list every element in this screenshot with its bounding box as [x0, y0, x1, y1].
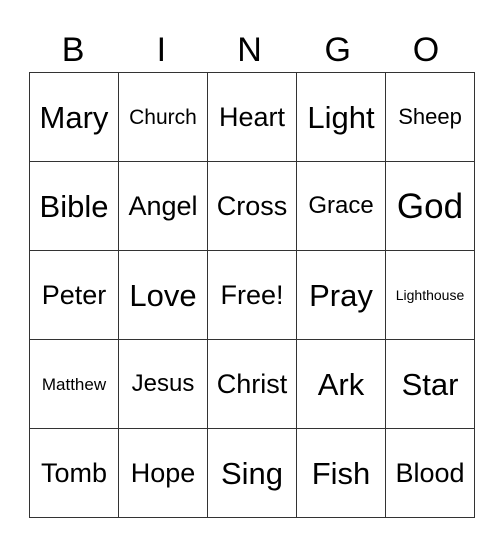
- bingo-cell[interactable]: Mary: [29, 72, 119, 162]
- bingo-cell[interactable]: Star: [385, 339, 475, 429]
- bingo-cell[interactable]: Angel: [118, 161, 208, 251]
- bingo-cell[interactable]: God: [385, 161, 475, 251]
- bingo-cell[interactable]: Bible: [29, 161, 119, 251]
- bingo-cell[interactable]: Light: [296, 72, 386, 162]
- bingo-cell[interactable]: Love: [118, 250, 208, 340]
- bingo-row: Peter Love Free! Pray Lighthouse: [29, 250, 475, 340]
- bingo-cell[interactable]: Matthew: [29, 339, 119, 429]
- bingo-row: Tomb Hope Sing Fish Blood: [29, 428, 475, 518]
- bingo-cell[interactable]: Sing: [207, 428, 297, 518]
- bingo-header: B I N G O: [29, 28, 470, 72]
- bingo-cell[interactable]: Ark: [296, 339, 386, 429]
- header-letter-g: G: [324, 31, 351, 69]
- bingo-card-grid: Mary Church Heart Light Sheep Bible Ange…: [29, 72, 475, 518]
- bingo-cell[interactable]: Church: [118, 72, 208, 162]
- bingo-cell[interactable]: Jesus: [118, 339, 208, 429]
- bingo-cell[interactable]: Christ: [207, 339, 297, 429]
- bingo-cell[interactable]: Sheep: [385, 72, 475, 162]
- bingo-row: Bible Angel Cross Grace God: [29, 161, 475, 251]
- bingo-cell[interactable]: Tomb: [29, 428, 119, 518]
- bingo-cell[interactable]: Cross: [207, 161, 297, 251]
- bingo-cell[interactable]: Peter: [29, 250, 119, 340]
- header-letter-o: O: [412, 31, 440, 69]
- bingo-cell[interactable]: Grace: [296, 161, 386, 251]
- bingo-row: Mary Church Heart Light Sheep: [29, 72, 475, 162]
- bingo-cell[interactable]: Hope: [118, 428, 208, 518]
- bingo-cell[interactable]: Lighthouse: [385, 250, 475, 340]
- header-letter-b: B: [61, 31, 85, 69]
- header-letter-i: I: [156, 31, 167, 69]
- bingo-row: Matthew Jesus Christ Ark Star: [29, 339, 475, 429]
- bingo-cell-free-space[interactable]: Free!: [207, 250, 297, 340]
- bingo-cell[interactable]: Pray: [296, 250, 386, 340]
- bingo-cell[interactable]: Heart: [207, 72, 297, 162]
- bingo-cell[interactable]: Blood: [385, 428, 475, 518]
- header-letter-n: N: [237, 31, 262, 69]
- bingo-cell[interactable]: Fish: [296, 428, 386, 518]
